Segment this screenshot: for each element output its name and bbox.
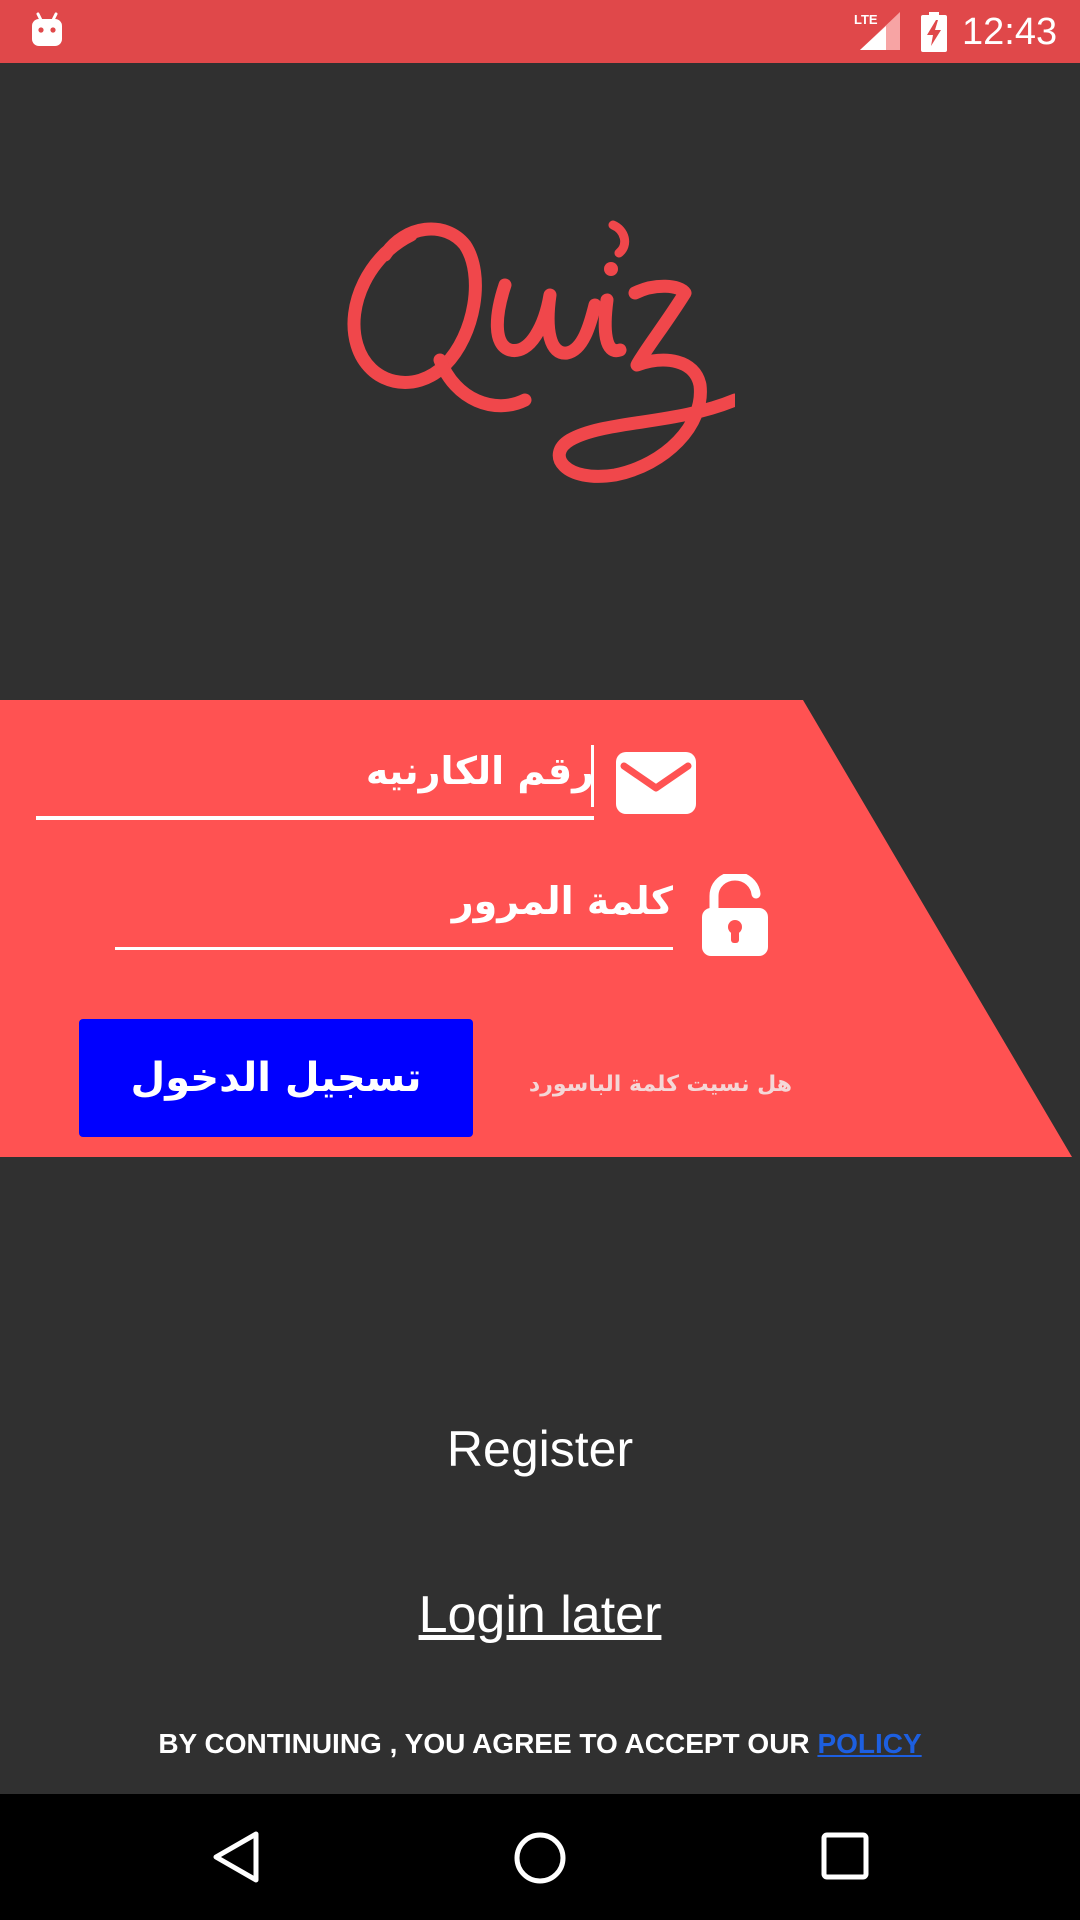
recents-icon[interactable]	[820, 1831, 870, 1881]
login-screen: LTE 12:43 رقم الكارنيه كلمة المرور تسجيل…	[0, 0, 1080, 1920]
password-underline	[115, 947, 673, 950]
username-underline	[36, 816, 594, 820]
status-bar: LTE 12:43	[0, 0, 1080, 63]
password-field[interactable]: كلمة المرور	[115, 865, 673, 950]
policy-notice-text: BY CONTINUING , YOU AGREE TO ACCEPT OUR	[158, 1728, 818, 1759]
forgot-password-link[interactable]: هل نسيت كلمة الباسورد	[498, 1072, 792, 1097]
lte-label: LTE	[854, 12, 878, 27]
lte-signal-icon: LTE	[854, 12, 900, 50]
policy-notice: BY CONTINUING , YOU AGREE TO ACCEPT OUR …	[0, 1728, 1080, 1760]
android-icon	[32, 12, 62, 46]
mail-icon	[616, 752, 696, 814]
unlock-icon	[702, 874, 768, 956]
back-icon[interactable]	[210, 1830, 264, 1884]
username-field[interactable]: رقم الكارنيه	[36, 735, 594, 820]
status-time: 12:43	[962, 11, 1058, 53]
quiz-logo	[347, 220, 735, 483]
policy-link[interactable]: POLICY	[817, 1728, 921, 1759]
username-input-value: رقم الكارنيه	[365, 749, 594, 793]
navigation-bar	[0, 1794, 1080, 1920]
register-button[interactable]: Register	[0, 1420, 1080, 1478]
text-cursor	[591, 745, 594, 807]
home-icon[interactable]	[512, 1830, 568, 1886]
login-later-link[interactable]: Login later	[0, 1585, 1080, 1645]
battery-charging-icon	[921, 12, 947, 52]
login-button[interactable]: تسجيل الدخول	[79, 1019, 473, 1137]
password-input-value: كلمة المرور	[451, 879, 673, 923]
